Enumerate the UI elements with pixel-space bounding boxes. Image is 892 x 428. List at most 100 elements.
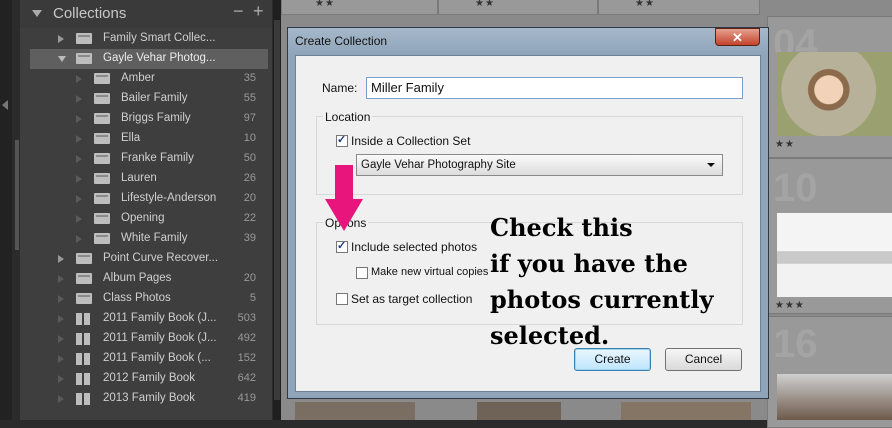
rating-stars: ★★	[775, 139, 795, 150]
collection-row-count: 35	[243, 72, 256, 84]
collection-icon	[94, 113, 110, 124]
grid-cell[interactable]	[281, 0, 438, 15]
disclosure-collapsed-icon	[76, 195, 82, 203]
collection-row[interactable]: Gayle Vehar Photog...	[30, 49, 268, 69]
collapse-triangle-icon[interactable]	[32, 10, 42, 17]
rating-stars: ★★	[475, 0, 495, 9]
dialog-title: Create Collection	[295, 34, 388, 48]
collection-row[interactable]: 2011 Family Book (J... 492	[30, 329, 268, 349]
collection-row[interactable]: Point Curve Recover...	[30, 249, 268, 269]
collection-row[interactable]: Franke Family 50	[30, 149, 268, 169]
collection-row-label: 2011 Family Book (J...	[103, 312, 217, 324]
panel-scrollbar[interactable]	[273, 0, 281, 420]
collection-row-label: Ella	[121, 132, 141, 144]
collection-row-count: 419	[237, 392, 256, 404]
collection-icon	[94, 133, 110, 144]
collection-row-count: 39	[243, 232, 256, 244]
checkmark-icon: ✓	[337, 134, 347, 146]
set-as-target-checkbox[interactable]	[336, 293, 348, 305]
dialog-titlebar[interactable]: Create Collection ✕	[288, 28, 768, 54]
collection-row[interactable]: Lauren 26	[30, 169, 268, 189]
collection-set-icon	[76, 253, 92, 264]
set-as-target-label: Set as target collection	[351, 292, 473, 306]
left-panel-edge	[0, 0, 12, 420]
scrollbar-thumb[interactable]	[274, 20, 280, 400]
collection-icon	[94, 193, 110, 204]
collection-icon	[94, 233, 110, 244]
make-virtual-copies-checkbox[interactable]	[356, 267, 368, 279]
collections-panel-header[interactable]: Collections − +	[20, 0, 272, 28]
collection-row[interactable]: Ella 10	[30, 129, 268, 149]
collection-row[interactable]: Class Photos 5	[30, 289, 268, 309]
disclosure-collapsed-icon	[76, 135, 82, 143]
include-selected-photos-label: Include selected photos	[351, 240, 478, 254]
collection-row[interactable]: Opening 22	[30, 209, 268, 229]
photo-thumbnail[interactable]	[777, 213, 892, 297]
collection-row[interactable]: Briggs Family 97	[30, 109, 268, 129]
add-collection-button[interactable]: +	[253, 1, 264, 22]
collection-icon	[76, 273, 92, 284]
collections-panel: Collections − + Family Smart Collec... Ga…	[20, 0, 272, 420]
disclosure-collapsed-icon	[76, 75, 82, 83]
collection-row-label: 2012 Family Book	[103, 372, 196, 384]
collection-row-label: Class Photos	[103, 292, 171, 304]
photo-thumbnail[interactable]	[777, 52, 892, 136]
close-icon[interactable]: ✕	[715, 28, 760, 46]
disclosure-collapsed-icon	[58, 315, 64, 323]
rating-stars: ★★	[315, 0, 335, 9]
annotation-arrow-icon	[325, 165, 363, 231]
collection-row-count: 20	[243, 272, 256, 284]
disclosure-collapsed-icon	[58, 295, 64, 303]
collection-icon	[94, 213, 110, 224]
grid-cell[interactable]	[438, 0, 598, 15]
cell-index-number: 16	[773, 322, 818, 366]
disclosure-expanded-icon[interactable]	[58, 56, 66, 62]
collection-row-label: Point Curve Recover...	[103, 252, 219, 264]
collapse-left-panel-icon[interactable]	[2, 100, 8, 110]
disclosure-collapsed-icon	[58, 355, 64, 363]
inside-collection-set-checkbox[interactable]: ✓	[336, 134, 348, 147]
disclosure-collapsed-icon[interactable]	[58, 255, 64, 263]
disclosure-collapsed-icon	[58, 395, 64, 403]
collection-row[interactable]: White Family 39	[30, 229, 268, 249]
disclosure-collapsed-icon	[58, 375, 64, 383]
collection-icon	[94, 93, 110, 104]
panel-scroll-indicator	[15, 140, 19, 250]
photo-thumbnail[interactable]	[295, 402, 415, 420]
collection-row-count: 97	[243, 112, 256, 124]
collection-row[interactable]: 2013 Family Book 419	[30, 389, 268, 409]
collection-row[interactable]: Album Pages 20	[30, 269, 268, 289]
photo-thumbnail[interactable]	[621, 402, 751, 420]
book-icon	[76, 373, 90, 385]
collection-row[interactable]: Amber 35	[30, 69, 268, 89]
collection-row[interactable]: Family Smart Collec...	[30, 29, 268, 49]
collection-row-label: Gayle Vehar Photog...	[103, 52, 216, 64]
photo-thumbnail[interactable]	[777, 374, 892, 420]
collection-row-count: 492	[237, 332, 256, 344]
annotation-line: if you have the	[490, 249, 688, 278]
collection-row-label: Amber	[121, 72, 155, 84]
collection-name-input[interactable]: Miller Family	[366, 77, 743, 99]
collection-row[interactable]: 2011 Family Book (... 152	[30, 349, 268, 369]
collection-row-label: 2013 Family Book	[103, 392, 196, 404]
collection-row[interactable]: Bailer Family 55	[30, 89, 268, 109]
include-selected-photos-checkbox[interactable]: ✓	[336, 240, 348, 253]
collection-row[interactable]: 2011 Family Book (J... 503	[30, 309, 268, 329]
collections-title: Collections	[53, 5, 127, 22]
remove-collection-button[interactable]: −	[233, 1, 244, 22]
collection-row-count: 20	[243, 192, 256, 204]
collection-row-label: Album Pages	[103, 272, 172, 284]
collection-row-label: Family Smart Collec...	[103, 32, 216, 44]
disclosure-collapsed-icon	[76, 175, 82, 183]
collection-row-label: Bailer Family	[121, 92, 188, 104]
collection-set-dropdown[interactable]: Gayle Vehar Photography Site	[356, 154, 723, 176]
grid-cell[interactable]	[598, 0, 760, 15]
collection-row-count: 152	[237, 352, 256, 364]
collection-row[interactable]: 2012 Family Book 642	[30, 369, 268, 389]
collection-set-icon	[76, 53, 92, 64]
disclosure-collapsed-icon	[76, 215, 82, 223]
disclosure-collapsed-icon[interactable]	[58, 35, 64, 43]
photo-thumbnail[interactable]	[477, 402, 561, 420]
collection-row[interactable]: Lifestyle-Anderson 20	[30, 189, 268, 209]
checkmark-icon: ✓	[337, 240, 347, 252]
